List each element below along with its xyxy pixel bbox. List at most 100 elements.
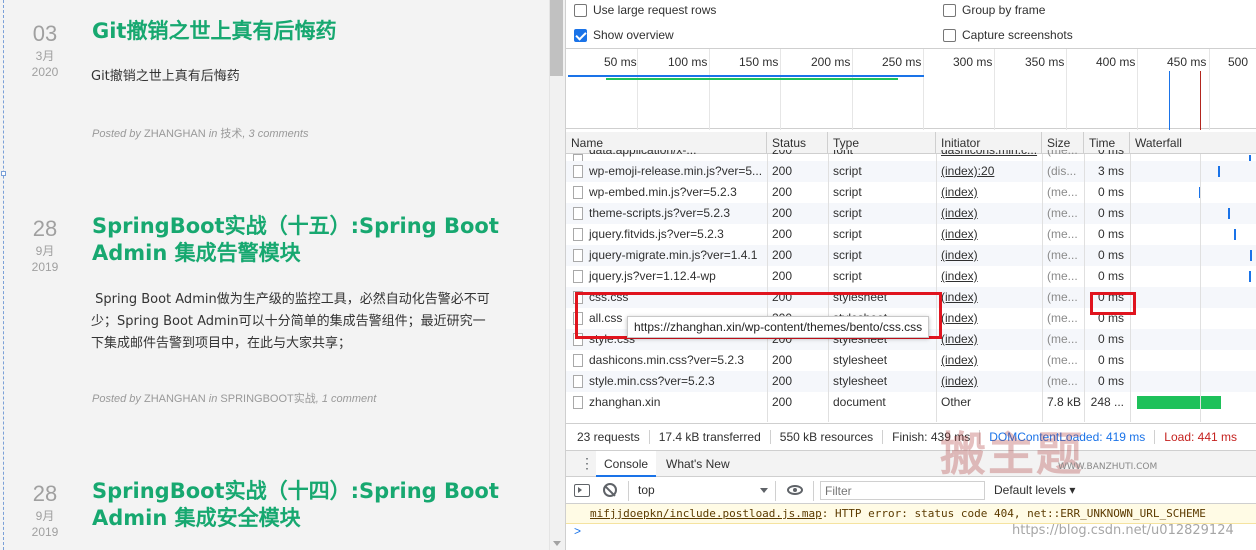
- table-row[interactable]: wp-embed.min.js?ver=5.2.3 200 script (index…: [566, 182, 1256, 203]
- cell-initiator[interactable]: (index): [936, 266, 1042, 287]
- post-title[interactable]: SpringBoot实战（十四）:Spring Boot Admin 集成安全模…: [92, 478, 532, 532]
- console-prompt[interactable]: >: [574, 524, 581, 538]
- waterfall-bar: [1249, 271, 1251, 282]
- post-author-link[interactable]: ZHANGHAN: [144, 128, 206, 140]
- cell-name: wp-emoji-release.min.js?ver=5...: [589, 164, 763, 178]
- file-icon: [573, 165, 583, 178]
- console-toolbar: top Default levels ▾: [566, 478, 1256, 504]
- table-row[interactable]: dashicons.min.css?ver=5.2.3 200 stylesheet…: [566, 350, 1256, 371]
- scroll-down-icon[interactable]: [553, 541, 561, 546]
- cell-time: 0 ms: [1097, 150, 1124, 157]
- table-row[interactable]: theme-scripts.js?ver=5.2.3 200 script (inde…: [566, 203, 1256, 224]
- cell-status: 200: [772, 227, 793, 241]
- cell-type: font: [833, 150, 854, 157]
- log-levels-dropdown[interactable]: Default levels ▾: [994, 483, 1075, 497]
- more-tools-icon[interactable]: ⋮: [580, 454, 594, 472]
- post-comments-link[interactable]: 1 comment: [322, 393, 376, 405]
- cell-initiator[interactable]: (index): [936, 182, 1042, 203]
- overview-tick-label: 350 ms: [1025, 55, 1065, 69]
- cell-status: 200: [772, 374, 793, 388]
- table-row[interactable]: data:application/x-... 200 font dashicons.m…: [566, 150, 1256, 161]
- console-source-link[interactable]: mifjjdoepkn/include.postload.js.map: [566, 507, 822, 520]
- cell-initiator[interactable]: (index): [936, 224, 1042, 245]
- file-icon: [573, 154, 583, 161]
- cell-initiator[interactable]: Other: [936, 392, 1042, 413]
- waterfall-bar: [1234, 229, 1236, 240]
- overview-tick-label: 300 ms: [953, 55, 993, 69]
- cell-initiator[interactable]: (index): [936, 245, 1042, 266]
- post-day: 28: [32, 481, 58, 506]
- large-rows-checkbox[interactable]: [574, 3, 587, 17]
- cell-status: 200: [772, 164, 793, 178]
- cell-size: (me...: [1047, 206, 1078, 220]
- cell-initiator[interactable]: dashicons.min.c...: [936, 150, 1042, 161]
- cell-name: style.min.css?ver=5.2.3: [589, 374, 715, 388]
- cell-initiator[interactable]: (index): [936, 329, 1042, 350]
- show-overview-checkbox[interactable]: [574, 28, 587, 42]
- cell-initiator[interactable]: (index): [936, 287, 1042, 308]
- table-row[interactable]: jquery.fitvids.js?ver=5.2.3 200 script (ind…: [566, 224, 1256, 245]
- live-expression-eye-icon[interactable]: [787, 485, 803, 495]
- cell-type: script: [833, 269, 862, 283]
- table-row[interactable]: jquery-migrate.min.js?ver=1.4.1 200 script…: [566, 245, 1256, 266]
- sidebar-toggle-icon[interactable]: [574, 484, 590, 497]
- cell-size: 7.8 kB: [1047, 395, 1082, 409]
- cell-type: stylesheet: [833, 374, 888, 388]
- table-row[interactable]: jquery.js?ver=1.12.4-wp 200 script (index) (…: [566, 266, 1256, 287]
- cell-initiator[interactable]: (index): [936, 350, 1042, 371]
- group-by-frame-checkbox[interactable]: [943, 3, 956, 17]
- post-excerpt: Spring Boot Admin做为生产级的监控工具，必然自动化告警必不可 少…: [91, 292, 490, 351]
- large-rows-option[interactable]: Use large request rows: [574, 2, 716, 18]
- page-scrollbar[interactable]: [549, 0, 565, 550]
- cell-time: 3 ms: [1097, 164, 1124, 178]
- scrollbar-thumb[interactable]: [550, 0, 563, 76]
- group-by-frame-option[interactable]: Group by frame: [943, 2, 1045, 18]
- waterfall-bar: [1228, 208, 1230, 219]
- capture-screenshots-checkbox[interactable]: [943, 28, 956, 42]
- post-excerpt: Git撤销之世上真有后悔药: [91, 69, 240, 84]
- console-filter-input[interactable]: [820, 481, 985, 500]
- resize-handle[interactable]: [1, 171, 6, 176]
- overview-tick-label: 450 ms: [1167, 55, 1207, 69]
- table-row[interactable]: zhanghan.xin 200 document Other 7.8 kB 248 ..…: [566, 392, 1256, 413]
- network-overview-timeline[interactable]: 50 ms 100 ms 150 ms 200 ms 250 ms 300 ms…: [566, 48, 1256, 130]
- cell-initiator[interactable]: (index): [936, 203, 1042, 224]
- cell-time: 0 ms: [1097, 248, 1124, 262]
- post-category-link[interactable]: SPRINGBOOT实战: [220, 393, 315, 405]
- post-category-link[interactable]: 技术: [220, 128, 242, 140]
- post-title[interactable]: SpringBoot实战（十五）:Spring Boot Admin 集成告警模…: [92, 213, 532, 267]
- table-row[interactable]: style.min.css?ver=5.2.3 200 stylesheet (ind…: [566, 371, 1256, 392]
- clear-console-icon[interactable]: [603, 483, 617, 497]
- tab-console[interactable]: Console: [596, 451, 657, 477]
- post-month: 9月: [35, 509, 55, 523]
- cell-size: (me...: [1047, 332, 1078, 346]
- table-row[interactable]: wp-emoji-release.min.js?ver=5... 200 scrip…: [566, 161, 1256, 182]
- cell-initiator[interactable]: (index): [936, 308, 1042, 329]
- capture-screenshots-option[interactable]: Capture screenshots: [943, 27, 1073, 43]
- cell-type: document: [833, 395, 886, 409]
- context-selector[interactable]: top: [638, 483, 655, 497]
- tab-whats-new[interactable]: What's New: [658, 451, 738, 477]
- summary-resources: 550 kB resources: [771, 429, 884, 444]
- drawer-tabbar: ⋮ Console What's New: [566, 450, 1256, 477]
- cell-type: stylesheet: [833, 353, 888, 367]
- post-title[interactable]: Git撤销之世上真有后悔药: [92, 18, 532, 45]
- waterfall-bar: [1250, 250, 1252, 261]
- summary-finish: Finish: 439 ms: [883, 429, 981, 444]
- file-icon: [573, 375, 583, 388]
- summary-requests: 23 requests: [566, 429, 650, 444]
- cell-status: 200: [772, 248, 793, 262]
- cell-status: 200: [772, 269, 793, 283]
- post-date: 28 9月 2019: [22, 482, 68, 540]
- cell-initiator[interactable]: (index): [936, 371, 1042, 392]
- show-overview-option[interactable]: Show overview: [574, 27, 674, 43]
- summary-domcontentloaded: DOMContentLoaded: 419 ms: [980, 429, 1156, 444]
- cell-initiator[interactable]: (index):20: [936, 161, 1042, 182]
- post-meta: Posted by ZHANGHAN in 技术, 3 comments: [92, 128, 309, 140]
- post-comments-link[interactable]: 3 comments: [249, 128, 309, 140]
- post-month: 9月: [35, 244, 55, 258]
- post-year: 2019: [31, 525, 59, 539]
- context-dropdown-icon[interactable]: [760, 488, 768, 493]
- post-month: 3月: [35, 49, 55, 63]
- post-author-link[interactable]: ZHANGHAN: [144, 393, 206, 405]
